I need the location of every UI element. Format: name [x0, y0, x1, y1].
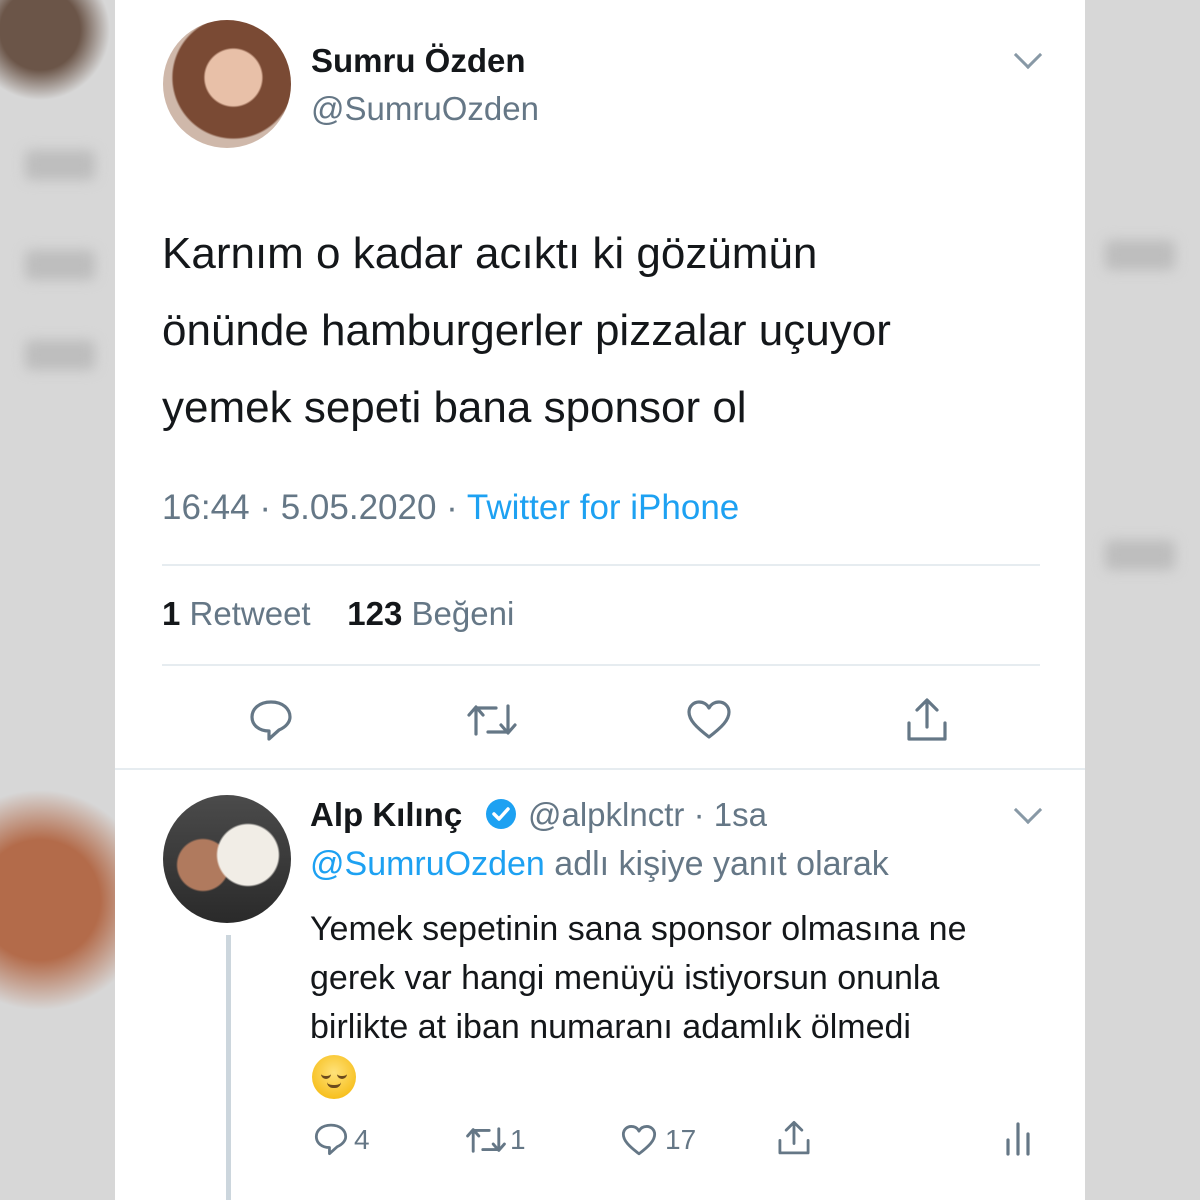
separator-dot: ·: [693, 796, 714, 833]
share-icon[interactable]: [904, 697, 950, 743]
share-icon[interactable]: [776, 1120, 812, 1156]
reply-icon[interactable]: [313, 1122, 349, 1156]
tweet-stats: 1 Retweet 123 Beğeni: [162, 595, 514, 633]
author-name[interactable]: Sumru Özden: [311, 42, 526, 80]
reply-count: 4: [354, 1124, 370, 1155]
background-blur-shape: [1105, 240, 1175, 270]
thread-line: [226, 935, 231, 1200]
relieved-face-emoji: [312, 1055, 356, 1099]
reply-text-line: gerek var hangi menüyü istiyorsun onunla: [310, 959, 940, 997]
reply-text-line: Yemek sepetinin sana sponsor olmasına ne: [310, 910, 967, 948]
replying-to-mention[interactable]: @SumruOzden: [310, 845, 545, 883]
tweet-text-line: yemek sepeti bana sponsor ol: [162, 383, 747, 432]
analytics-icon[interactable]: [1004, 1120, 1032, 1156]
separator-dot: ·: [446, 488, 467, 527]
divider: [115, 768, 1085, 770]
reply-author-handle[interactable]: @alpklnctr: [528, 796, 684, 833]
divider: [162, 564, 1040, 566]
reply-icon[interactable]: [248, 698, 294, 742]
like-count: 17: [665, 1124, 697, 1155]
reply-text: Yemek sepetinin sana sponsor olmasına ne…: [310, 905, 1070, 1052]
author-handle[interactable]: @SumruOzden: [311, 90, 539, 128]
reply-author-name[interactable]: Alp Kılınç: [310, 796, 462, 834]
like-count[interactable]: 123: [347, 595, 402, 632]
tweet-text-line: Karnım o kadar acıktı ki gözümün: [162, 229, 818, 278]
reply-author-handle-line: @alpklnctr · 1sa: [528, 796, 767, 834]
tweet-time: 16:44: [162, 488, 250, 527]
tweet-meta: 16:44 · 5.05.2020 · Twitter for iPhone: [162, 488, 739, 528]
retweet-label[interactable]: Retweet: [190, 595, 311, 632]
tweet-text: Karnım o kadar acıktı ki gözümün önünde …: [162, 215, 1062, 446]
reply-text-line: birlikte at iban numaranı adamlık ölmedi: [310, 1008, 911, 1046]
background-blur-shape: [1105, 540, 1175, 570]
like-icon[interactable]: [621, 1124, 657, 1157]
tweet-date: 5.05.2020: [280, 488, 437, 527]
retweet-icon[interactable]: [465, 1124, 507, 1156]
background-blur-shape: [25, 340, 95, 370]
author-avatar[interactable]: [163, 20, 291, 148]
reply-author-avatar[interactable]: [163, 795, 291, 923]
separator-dot: ·: [259, 488, 281, 527]
tweet-text-line: önünde hamburgerler pizzalar uçuyor: [162, 306, 891, 355]
replying-to: @SumruOzden adlı kişiye yanıt olarak: [310, 845, 889, 884]
tweet-source-link[interactable]: Twitter for iPhone: [467, 488, 739, 527]
reply-time: 1sa: [713, 796, 767, 833]
like-label[interactable]: Beğeni: [412, 595, 515, 632]
background-blur-shape: [25, 150, 95, 180]
divider: [162, 664, 1040, 666]
retweet-count: 1: [510, 1124, 526, 1155]
verified-badge-icon: [484, 797, 518, 831]
retweet-icon[interactable]: [466, 700, 518, 740]
replying-to-suffix: adlı kişiye yanıt olarak: [554, 845, 889, 883]
like-icon[interactable]: [686, 699, 732, 741]
retweet-count[interactable]: 1: [162, 595, 180, 632]
background-blur-shape: [25, 250, 95, 280]
